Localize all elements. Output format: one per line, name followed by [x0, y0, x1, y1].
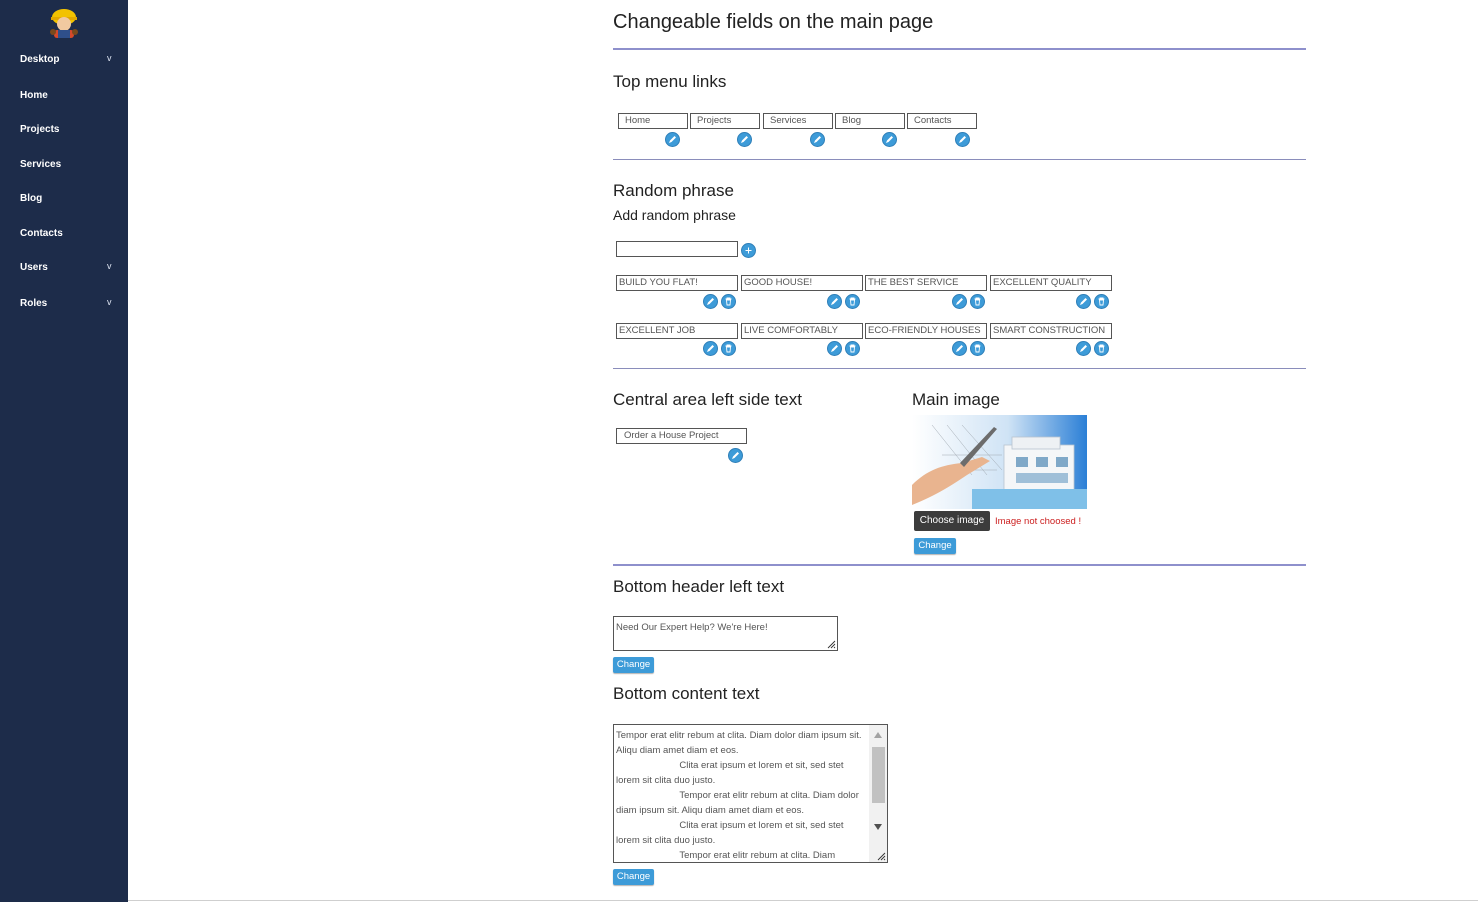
top-menu-heading: Top menu links — [613, 72, 727, 91]
trash-icon[interactable] — [721, 341, 736, 356]
sidebar: Desktop v Home Projects Services Blog Co… — [0, 0, 128, 902]
sidebar-item-label: Blog — [20, 193, 43, 204]
random-phrase-heading: Random phrase — [613, 181, 734, 200]
phrase-input[interactable]: ECO-FRIENDLY HOUSES — [865, 323, 987, 339]
scroll-up-icon[interactable] — [874, 732, 882, 738]
trash-icon[interactable] — [970, 341, 985, 356]
phrase-input[interactable]: EXCELLENT JOB — [616, 323, 738, 339]
scroll-down-icon[interactable] — [874, 824, 882, 830]
bottom-header-textarea[interactable]: Need Our Expert Help? We're Here! — [613, 616, 838, 651]
chevron-down-icon: v — [107, 261, 112, 271]
divider — [613, 564, 1306, 566]
textarea-text: Need Our Expert Help? We're Here! — [616, 622, 768, 633]
main-content: Changeable fields on the main page Top m… — [128, 0, 1478, 902]
edit-pencil-icon[interactable] — [665, 132, 680, 147]
bottom-header-heading: Bottom header left text — [613, 577, 785, 596]
new-phrase-input[interactable] — [616, 241, 738, 257]
add-random-phrase-heading: Add random phrase — [613, 207, 736, 223]
sidebar-item-label: Users — [20, 262, 48, 273]
central-area-heading: Central area left side text — [613, 390, 802, 409]
page-title: Changeable fields on the main page — [613, 11, 934, 33]
divider — [613, 48, 1306, 50]
sidebar-item-home[interactable]: Home — [0, 84, 128, 108]
top-menu-link-input[interactable]: Home — [618, 113, 688, 129]
chevron-down-icon: v — [107, 53, 112, 63]
resize-handle-icon[interactable] — [877, 852, 886, 861]
change-bottom-header-button[interactable]: Change — [613, 657, 654, 673]
sidebar-item-contacts[interactable]: Contacts — [0, 222, 128, 246]
trash-icon[interactable] — [1094, 341, 1109, 356]
phrase-input[interactable]: EXCELLENT QUALITY — [990, 275, 1112, 291]
edit-pencil-icon[interactable] — [1076, 294, 1091, 309]
chevron-down-icon: v — [107, 297, 112, 307]
edit-pencil-icon[interactable] — [728, 448, 743, 463]
scrollbar[interactable] — [869, 725, 887, 862]
resize-handle-icon[interactable] — [827, 640, 836, 649]
phrase-input[interactable]: GOOD HOUSE! — [741, 275, 863, 291]
textarea-text: Tempor erat elitr rebum at clita. Diam d… — [616, 730, 862, 861]
sidebar-item-roles[interactable]: Roles v — [0, 292, 128, 316]
main-image-heading: Main image — [912, 390, 1000, 409]
edit-pencil-icon[interactable] — [952, 341, 967, 356]
sidebar-item-services[interactable]: Services — [0, 153, 128, 177]
edit-pencil-icon[interactable] — [1076, 341, 1091, 356]
bottom-content-textarea[interactable]: Tempor erat elitr rebum at clita. Diam d… — [613, 724, 888, 863]
phrase-input[interactable]: THE BEST SERVICE — [865, 275, 987, 291]
edit-pencil-icon[interactable] — [955, 132, 970, 147]
edit-pencil-icon[interactable] — [703, 294, 718, 309]
sidebar-item-label: Home — [20, 90, 48, 101]
sidebar-item-blog[interactable]: Blog — [0, 187, 128, 211]
sidebar-item-desktop[interactable]: Desktop v — [0, 48, 128, 72]
choose-image-button[interactable]: Choose image — [914, 511, 990, 531]
scroll-thumb[interactable] — [872, 747, 885, 803]
sidebar-item-projects[interactable]: Projects — [0, 118, 128, 142]
main-image-preview — [912, 415, 1087, 509]
top-menu-link-input[interactable]: Services — [763, 113, 833, 129]
change-image-button[interactable]: Change — [914, 538, 956, 554]
top-menu-link-input[interactable]: Blog — [835, 113, 905, 129]
plus-icon[interactable] — [741, 243, 756, 258]
trash-icon[interactable] — [845, 294, 860, 309]
divider — [128, 900, 1478, 901]
phrase-input[interactable]: BUILD YOU FLAT! — [616, 275, 738, 291]
trash-icon[interactable] — [970, 294, 985, 309]
edit-pencil-icon[interactable] — [737, 132, 752, 147]
sidebar-item-label: Projects — [20, 124, 60, 135]
top-menu-link-input[interactable]: Contacts — [907, 113, 977, 129]
edit-pencil-icon[interactable] — [827, 294, 842, 309]
sidebar-item-label: Services — [20, 159, 62, 170]
phrase-input[interactable]: LIVE COMFORTABLY — [741, 323, 863, 339]
sidebar-item-label: Desktop — [20, 54, 60, 65]
top-menu-link-input[interactable]: Projects — [690, 113, 760, 129]
trash-icon[interactable] — [1094, 294, 1109, 309]
edit-pencil-icon[interactable] — [827, 341, 842, 356]
central-text-input[interactable]: Order a House Project — [616, 428, 747, 444]
sidebar-item-users[interactable]: Users v — [0, 256, 128, 280]
edit-pencil-icon[interactable] — [952, 294, 967, 309]
divider — [613, 368, 1306, 369]
edit-pencil-icon[interactable] — [703, 341, 718, 356]
sidebar-item-label: Contacts — [20, 228, 63, 239]
change-bottom-content-button[interactable]: Change — [613, 869, 654, 885]
trash-icon[interactable] — [845, 341, 860, 356]
bottom-content-heading: Bottom content text — [613, 684, 760, 703]
edit-pencil-icon[interactable] — [810, 132, 825, 147]
phrase-input[interactable]: SMART CONSTRUCTION — [990, 323, 1112, 339]
sidebar-item-label: Roles — [20, 298, 48, 309]
divider — [613, 159, 1306, 160]
trash-icon[interactable] — [721, 294, 736, 309]
worker-logo-icon[interactable] — [44, 6, 84, 38]
image-status-text: Image not choosed ! — [995, 516, 1082, 527]
edit-pencil-icon[interactable] — [882, 132, 897, 147]
